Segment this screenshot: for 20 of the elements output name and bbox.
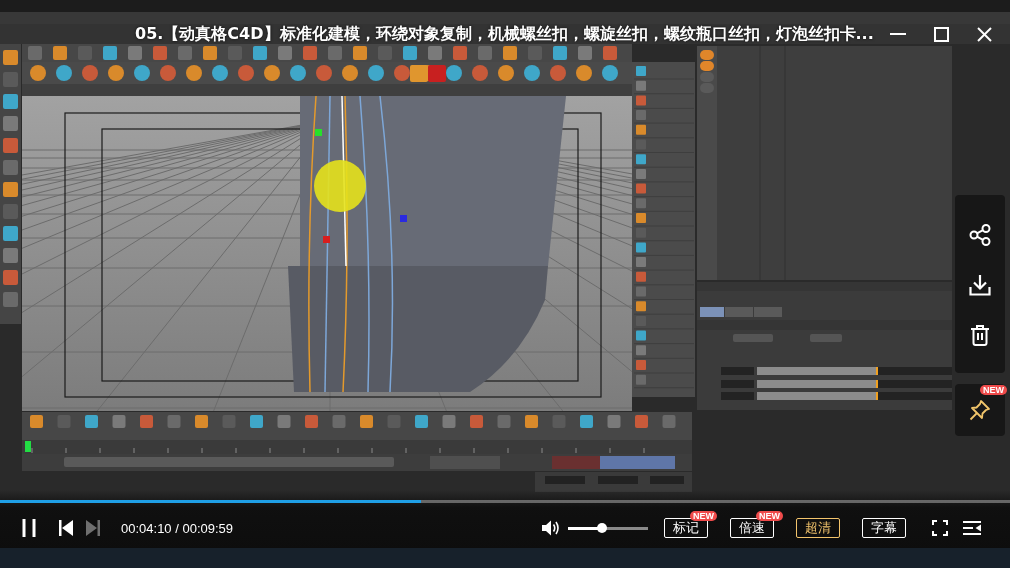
pause-icon[interactable] (22, 519, 36, 537)
previous-icon[interactable] (59, 520, 73, 536)
volume-icon[interactable] (542, 520, 560, 536)
playback-time: 00:04:10 / 00:09:59 (121, 520, 234, 536)
new-badge: NEW (756, 511, 783, 521)
quality-button[interactable]: 超清 (796, 518, 840, 538)
cursor-highlight (314, 160, 366, 212)
playlist-icon[interactable] (963, 521, 981, 535)
video-title: 05.【动真格C4D】标准化建模，环绕对象复制，机械螺丝扣，螺旋丝扣，螺纹瓶口丝扣，灯泡丝扣卡... (135, 23, 874, 45)
fullscreen-icon[interactable] (932, 520, 948, 536)
volume-thumb[interactable] (597, 523, 608, 533)
trash-icon[interactable] (970, 324, 990, 346)
new-badge: NEW (980, 385, 1007, 395)
download-icon[interactable] (969, 274, 991, 296)
pin-icon[interactable] (969, 399, 991, 421)
share-icon[interactable] (969, 224, 991, 246)
subtitle-button[interactable]: 字幕 (862, 518, 906, 538)
new-badge: NEW (690, 511, 717, 521)
close-icon[interactable] (977, 26, 992, 42)
maximize-icon[interactable] (934, 26, 949, 42)
